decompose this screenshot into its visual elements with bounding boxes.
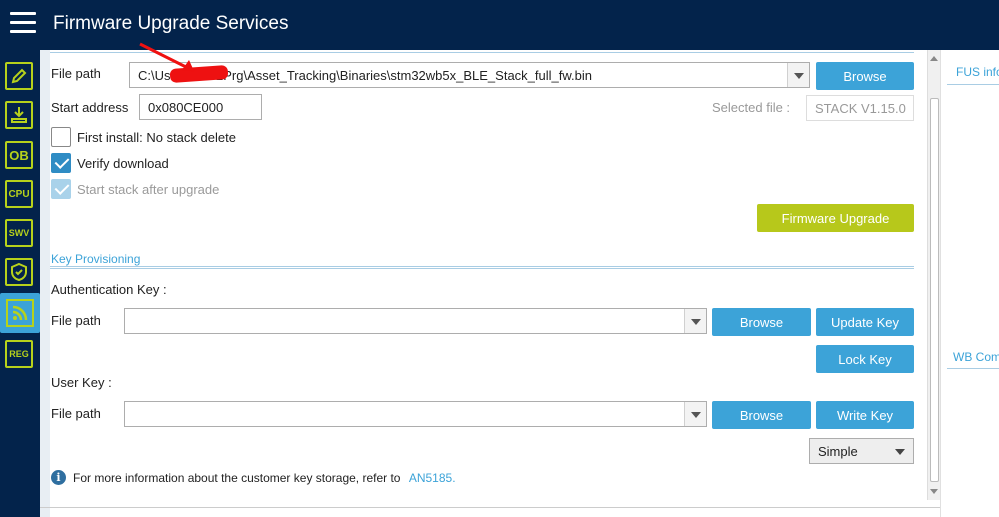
download-icon[interactable] [5,101,33,129]
mode-select-value: Simple [818,444,858,459]
an5185-link[interactable]: AN5185. [409,471,456,485]
right-panel: FUS info WB Com [940,50,999,517]
write-key-button[interactable]: Write Key [816,401,914,429]
browse-button[interactable]: Browse [816,62,914,90]
mode-select[interactable]: Simple [809,438,914,464]
chevron-down-icon[interactable] [787,63,809,87]
scroll-down-icon[interactable] [930,489,938,494]
sidebar-item-ob[interactable]: OB [5,141,33,169]
menu-icon[interactable] [10,12,36,34]
first-install-label: First install: No stack delete [77,130,236,145]
start-address-value: 0x080CE000 [148,100,224,115]
scroll-up-icon[interactable] [930,56,938,61]
sidebar: OB CPU SWV REG [0,50,40,517]
start-address-label: Start address [51,100,129,115]
selected-file-value: STACK V1.15.0 [815,101,906,116]
user-browse-button[interactable]: Browse [712,401,811,429]
start-stack-label: Start stack after upgrade [77,182,220,197]
start-stack-checkbox [51,179,71,199]
sidebar-item-reg[interactable]: REG [5,340,33,368]
annotation-arrow-icon [139,42,195,73]
main-left-strip [40,50,50,517]
user-file-path-label: File path [51,406,101,421]
bottom-divider [40,507,940,508]
key-provisioning-title: Key Provisioning [51,252,141,266]
page-title: Firmware Upgrade Services [53,13,289,34]
info-icon: i [51,470,66,485]
verify-download-checkbox[interactable] [51,153,71,173]
auth-file-path-label: File path [51,313,101,328]
fus-divider [947,84,999,86]
auth-key-label: Authentication Key : [51,282,167,297]
chevron-down-icon[interactable] [684,309,706,333]
start-address-input[interactable]: 0x080CE000 [139,94,262,120]
shield-icon[interactable] [5,258,33,286]
wb-divider [947,368,999,370]
vertical-scrollbar[interactable] [927,50,940,500]
fus-info-title: FUS info [956,65,999,79]
key-provisioning-divider [50,266,914,269]
firmware-file-path-combo[interactable]: C:\Use STM32Prg\Asset_Tracking\Binaries\… [129,62,810,88]
chevron-down-icon [895,449,905,455]
auth-key-file-combo[interactable] [124,308,707,334]
firmware-upgrade-button[interactable]: Firmware Upgrade [757,204,914,232]
lock-key-button[interactable]: Lock Key [816,345,914,373]
sidebar-item-swv[interactable]: SWV [5,219,33,247]
first-install-checkbox[interactable] [51,127,71,147]
scroll-thumb[interactable] [930,98,939,482]
update-key-button[interactable]: Update Key [816,308,914,336]
auth-browse-button[interactable]: Browse [712,308,811,336]
selected-file-label: Selected file : [712,100,791,115]
info-text-body: For more information about the customer … [73,471,401,485]
user-key-label: User Key : [51,375,112,390]
wireless-icon [6,299,34,327]
chevron-down-icon[interactable] [684,402,706,426]
sidebar-item-cpu[interactable]: CPU [5,180,33,208]
selected-file-field: STACK V1.15.0 [806,95,914,121]
wb-com-title: WB Com [953,350,999,364]
user-key-file-combo[interactable] [124,401,707,427]
edit-icon[interactable] [5,62,33,90]
verify-download-label: Verify download [77,156,169,171]
sidebar-item-wireless[interactable] [0,293,40,333]
info-text: For more information about the customer … [73,471,456,485]
file-path-label: File path [51,66,101,81]
